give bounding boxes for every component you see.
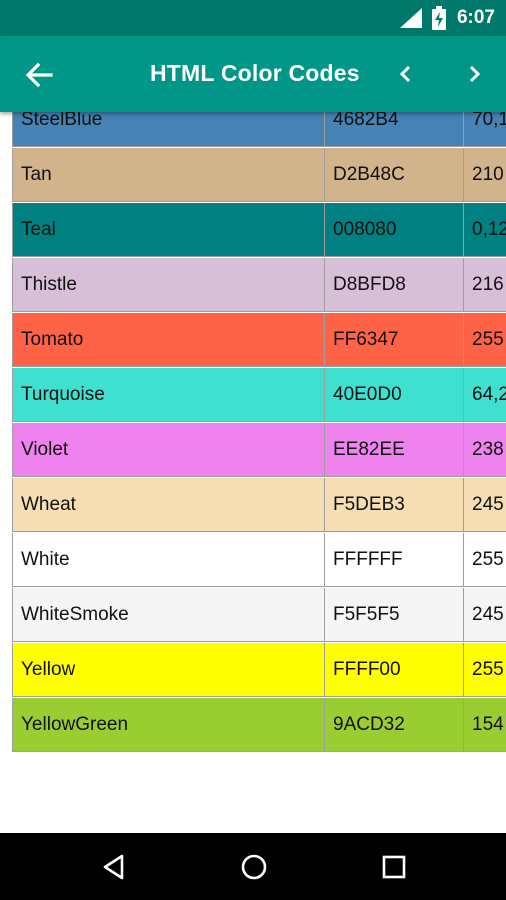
table-row[interactable]: YellowGreen 9ACD32 154: [12, 698, 506, 752]
table-row[interactable]: Tan D2B48C 210: [12, 148, 506, 202]
page-title: HTML Color Codes: [150, 60, 360, 86]
table-row[interactable]: Teal 008080 0,12: [12, 203, 506, 257]
color-name-cell: White: [13, 533, 325, 587]
rgb-value-cell: 245: [472, 604, 504, 625]
color-name-cell: Thistle: [13, 258, 325, 312]
status-bar: 6:07: [0, 0, 506, 36]
color-name-cell: Tomato: [13, 313, 325, 367]
hex-code-cell: FF6347: [325, 313, 464, 367]
color-name-cell: Violet: [13, 423, 325, 477]
rgb-value-cell: 154: [472, 714, 504, 735]
rgb-value-cell: 245: [472, 494, 504, 515]
hex-code-cell: 008080: [325, 203, 464, 257]
home-circle-icon[interactable]: [239, 852, 269, 882]
rgb-value-cell: 255: [472, 329, 504, 350]
hex-code-cell: F5DEB3: [325, 478, 464, 532]
arrow-back-icon[interactable]: [24, 60, 54, 90]
table-row[interactable]: Yellow FFFF00 255: [12, 643, 506, 697]
table-row[interactable]: Violet EE82EE 238: [12, 423, 506, 477]
system-nav-bar: [0, 833, 506, 900]
table-row[interactable]: White FFFFFF 255: [12, 533, 506, 587]
color-name-cell: WhiteSmoke: [13, 588, 325, 642]
rgb-value-cell: 238: [472, 439, 504, 460]
hex-code-cell: FFFF00: [325, 643, 464, 697]
rgb-value-cell: 216: [472, 274, 504, 295]
rgb-value-cell: 0,12: [472, 219, 506, 240]
hex-code-cell: 40E0D0: [325, 368, 464, 422]
chevron-left-icon[interactable]: [393, 60, 419, 88]
battery-charging-icon: [432, 6, 446, 30]
table-row[interactable]: Tomato FF6347 255: [12, 313, 506, 367]
color-name-cell: YellowGreen: [13, 698, 325, 752]
color-name-cell: Wheat: [13, 478, 325, 532]
table-row[interactable]: Wheat F5DEB3 245: [12, 478, 506, 532]
hex-code-cell: 9ACD32: [325, 698, 464, 752]
chevron-right-icon[interactable]: [461, 60, 487, 88]
status-time: 6:07: [456, 7, 495, 28]
color-name-cell: Yellow: [13, 643, 325, 697]
back-triangle-icon[interactable]: [100, 852, 130, 882]
color-table[interactable]: SteelBlue 4682B4 70,1 Tan D2B48C 210 Tea…: [0, 93, 506, 833]
recents-square-icon[interactable]: [379, 852, 409, 882]
color-name-cell: Tan: [13, 148, 325, 202]
hex-code-cell: D2B48C: [325, 148, 464, 202]
app-bar: HTML Color Codes: [0, 36, 506, 112]
rgb-value-cell: 255: [472, 549, 504, 570]
table-row[interactable]: WhiteSmoke F5F5F5 245: [12, 588, 506, 642]
hex-code-cell: EE82EE: [325, 423, 464, 477]
color-name-cell: Turquoise: [13, 368, 325, 422]
hex-code-cell: F5F5F5: [325, 588, 464, 642]
rgb-value-cell: 210: [472, 164, 504, 185]
table-row[interactable]: Thistle D8BFD8 216: [12, 258, 506, 312]
color-name-cell: Teal: [13, 203, 325, 257]
rgb-value-cell: 255: [472, 659, 504, 680]
hex-code-cell: FFFFFF: [325, 533, 464, 587]
hex-code-cell: D8BFD8: [325, 258, 464, 312]
table-row[interactable]: Turquoise 40E0D0 64,2: [12, 368, 506, 422]
signal-icon: [400, 8, 422, 28]
rgb-value-cell: 64,2: [472, 384, 506, 405]
